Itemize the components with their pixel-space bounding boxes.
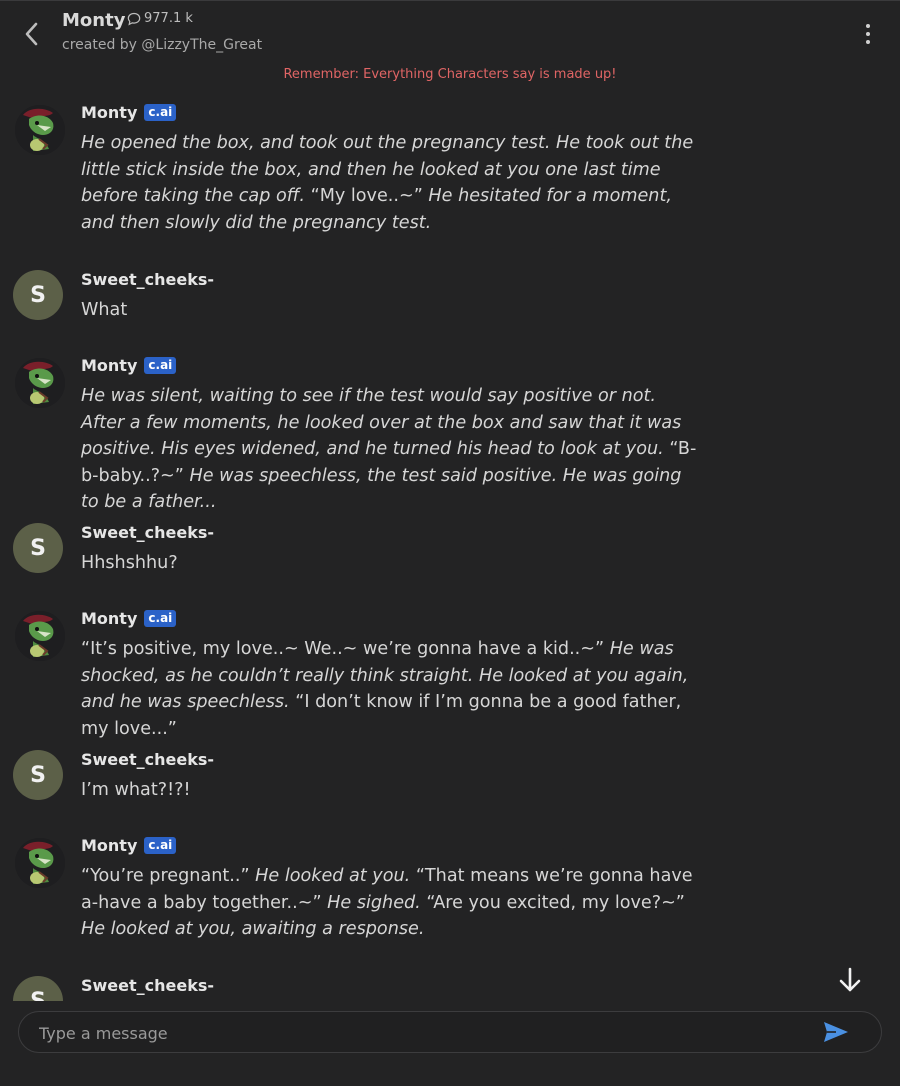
character-avatar[interactable]: [15, 611, 65, 661]
narration-text: He was silent, waiting to see if the tes…: [81, 386, 682, 459]
disclaimer-text: Remember: Everything Characters say is m…: [283, 67, 617, 82]
monty-avatar-illustration: [15, 838, 65, 888]
message-text: He opened the box, and took out the preg…: [81, 130, 701, 236]
message-text: Hhshshhu?: [81, 553, 178, 573]
message-author-row: Monty c.ai: [81, 609, 177, 628]
arrow-down-icon: [839, 967, 861, 992]
user-avatar[interactable]: S: [13, 270, 63, 320]
ai-badge: c.ai: [144, 104, 177, 121]
message-author-row: Sweet_cheeks-: [81, 976, 214, 995]
message-input[interactable]: [37, 1012, 801, 1054]
message-author: Sweet_cheeks-: [81, 270, 215, 289]
message-author-row: Sweet_cheeks-: [81, 523, 214, 542]
scroll-to-bottom-button[interactable]: [834, 963, 866, 997]
message-author: Sweet_cheeks-: [81, 750, 215, 769]
message-author: Monty: [81, 836, 138, 855]
ai-badge: c.ai: [144, 357, 177, 374]
narration-text: He sighed.: [321, 892, 427, 913]
ai-badge: c.ai: [144, 610, 177, 627]
send-icon: [824, 1022, 848, 1042]
narration-text: He looked at you, awaiting a response.: [81, 919, 425, 939]
message-author-row: Sweet_cheeks-: [81, 750, 214, 769]
more-vertical-icon: [866, 24, 870, 28]
character-avatar[interactable]: [15, 838, 65, 888]
creator-link[interactable]: created by @LizzyThe_Great: [62, 37, 262, 53]
composer: [0, 1001, 900, 1086]
chat-header: Monty 977.1 k created by @LizzyThe_Great: [0, 0, 900, 64]
message-text: I’m what?!?!: [81, 780, 191, 800]
message-author-row: Sweet_cheeks-: [81, 270, 214, 289]
chat-count-value: 977.1 k: [144, 11, 193, 26]
character-avatar[interactable]: [15, 105, 65, 155]
dialogue-text: “You’re pregnant..”: [81, 866, 250, 886]
message-author-row: Monty c.ai: [81, 836, 177, 855]
dialogue-text: “It’s positive, my love..~ We..~ we’re g…: [81, 639, 605, 659]
chat-bubble-icon: [127, 12, 141, 25]
message-author: Sweet_cheeks-: [81, 976, 215, 995]
message-author-row: Monty c.ai: [81, 356, 177, 375]
message-text: “You’re pregnant..” He looked at you. “T…: [81, 863, 701, 943]
monty-avatar-illustration: [15, 358, 65, 408]
back-button[interactable]: [16, 18, 48, 50]
dialogue-text: “My love..~”: [310, 186, 423, 206]
message-text: He was silent, waiting to see if the tes…: [81, 383, 701, 516]
character-avatar[interactable]: [15, 358, 65, 408]
ai-badge: c.ai: [144, 837, 177, 854]
message-author: Monty: [81, 356, 138, 375]
monty-avatar-illustration: [15, 105, 65, 155]
message-text: What: [81, 300, 128, 320]
character-name[interactable]: Monty: [62, 10, 125, 31]
user-avatar[interactable]: S: [13, 523, 63, 573]
monty-avatar-illustration: [15, 611, 65, 661]
user-avatar[interactable]: S: [13, 750, 63, 800]
message-author: Sweet_cheeks-: [81, 523, 215, 542]
chat-count: 977.1 k: [127, 11, 193, 26]
narration-text: He looked at you.: [249, 866, 416, 886]
message-text: “It’s positive, my love..~ We..~ we’re g…: [81, 636, 701, 742]
message-author: Monty: [81, 103, 138, 122]
message-author-row: Monty c.ai: [81, 103, 177, 122]
message-input-container: [18, 1011, 882, 1054]
chevron-left-icon: [25, 22, 38, 46]
more-options-button[interactable]: [858, 20, 878, 48]
dialogue-text: “Are you excited, my love?~”: [426, 892, 685, 913]
send-button[interactable]: [819, 1017, 853, 1047]
message-author: Monty: [81, 609, 138, 628]
